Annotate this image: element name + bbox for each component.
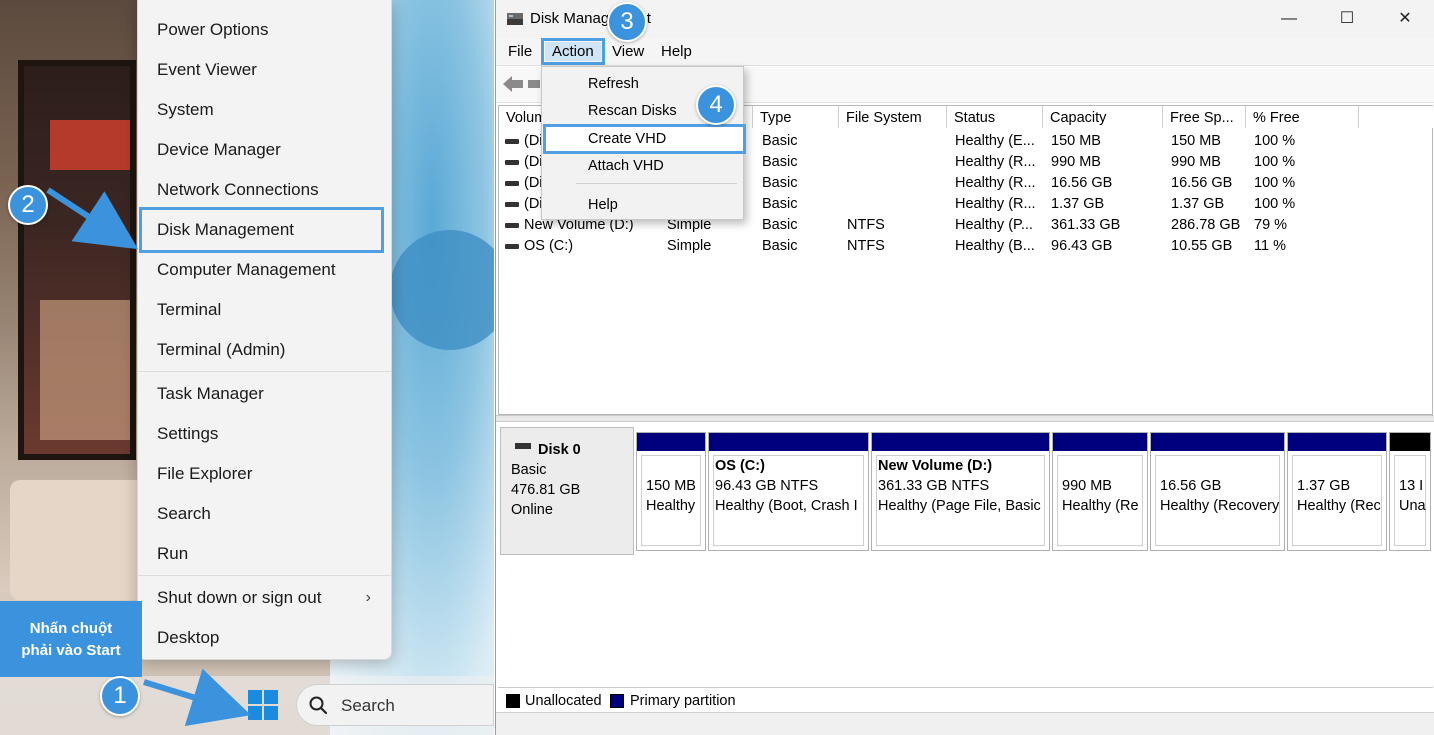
arrow-to-start-button <box>143 668 251 727</box>
step-badge-3: 3 <box>607 2 647 42</box>
arrow-to-disk-management <box>46 187 139 250</box>
step-badge-4: 4 <box>696 85 736 125</box>
step-badge-1: 1 <box>100 676 140 716</box>
step-badge-2: 2 <box>8 185 48 225</box>
